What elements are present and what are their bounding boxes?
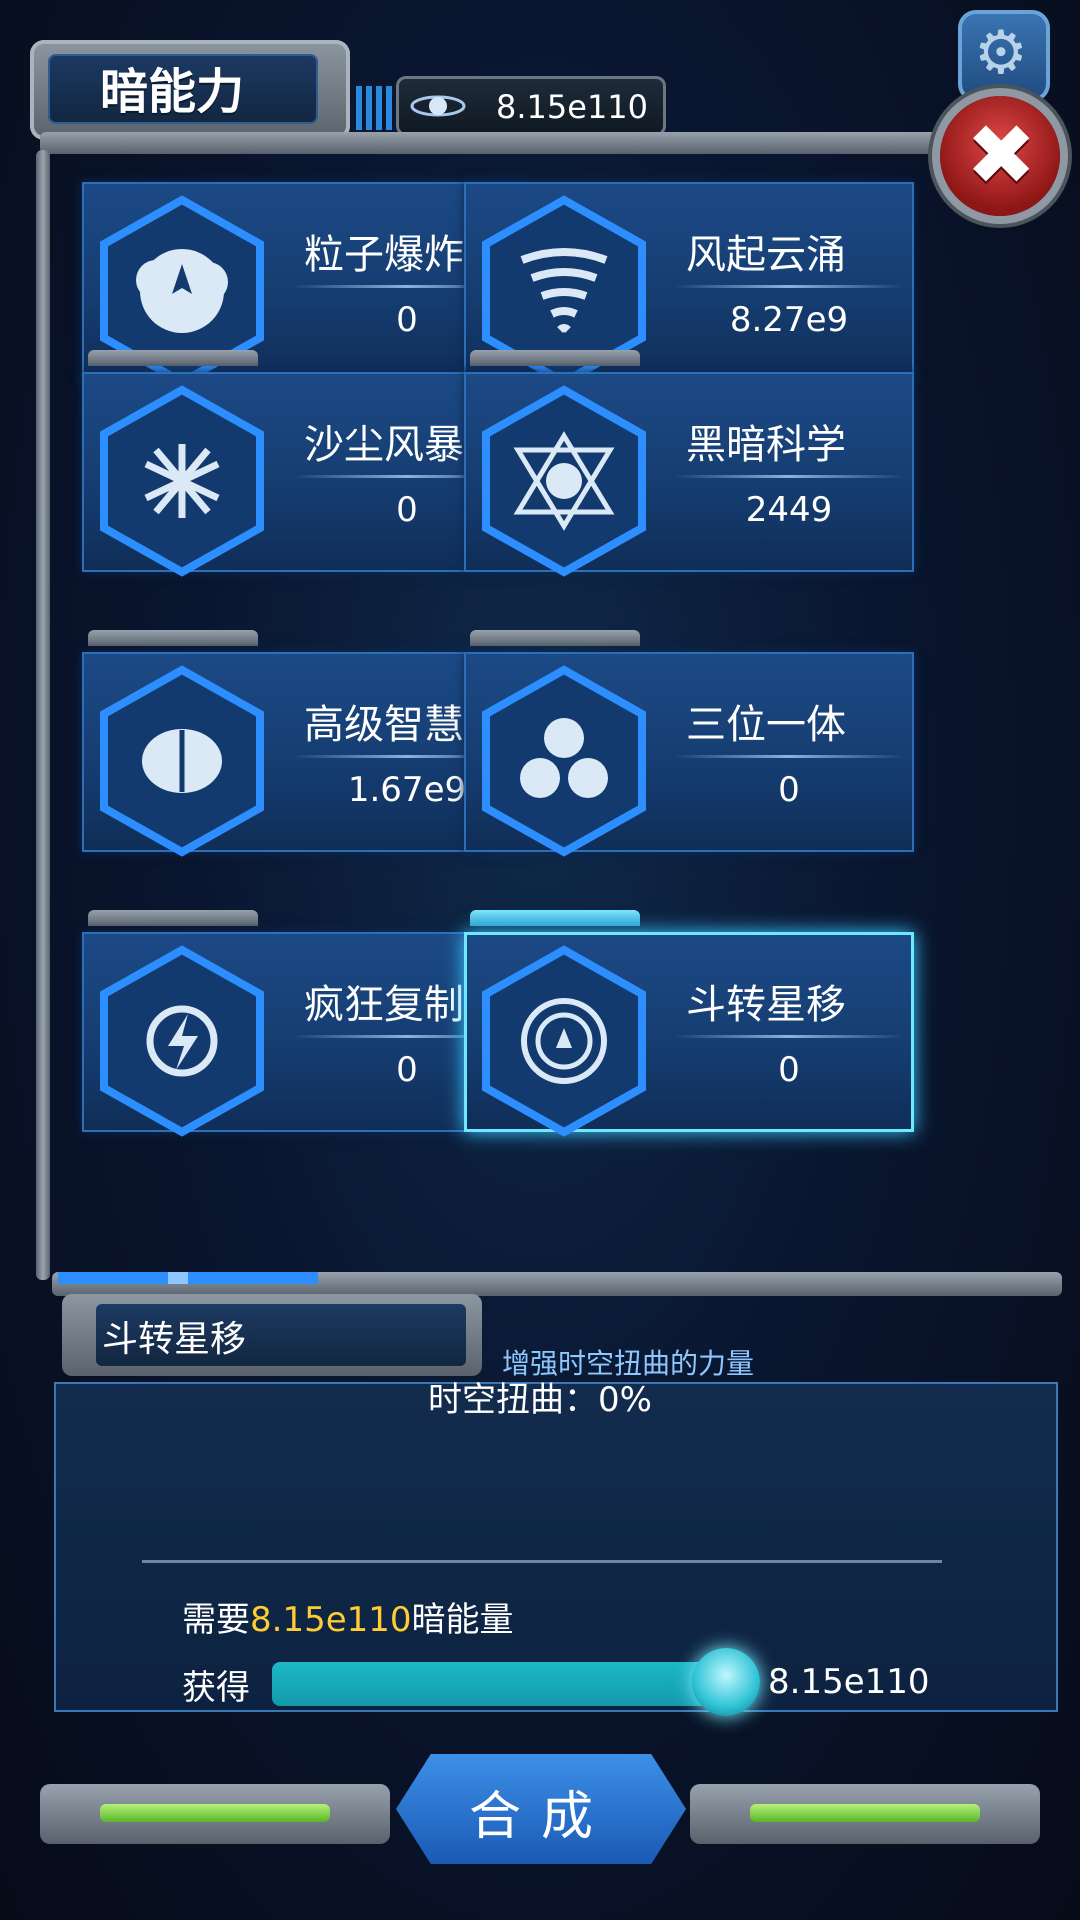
ability-name: 三位一体 [686,702,846,748]
card-tab [470,350,640,366]
page-title: 暗能力 [100,64,245,120]
settings-button[interactable]: ⚙ [958,10,1050,102]
hexagram-icon [482,385,646,577]
gain-label: 获得 [182,1668,250,1708]
panel-blue-strip [58,1272,318,1284]
amount-slider[interactable] [272,1662,742,1706]
header-bar: 暗能力 8.15e110 ⚙ ✖ [0,0,1080,216]
ability-card-trinity[interactable]: 三位一体 0 [464,630,920,860]
top-rail [40,132,960,154]
card-tab [88,350,258,366]
card-tab [88,630,258,646]
energy-value: 8.15e110 [496,88,649,126]
ability-value: 8.27e9 [729,300,849,340]
title-decor-bars [356,86,392,130]
left-energy-rail [40,1784,390,1844]
detail-title: 斗转星移 [102,1319,247,1360]
shatter-icon [100,385,264,577]
trinity-icon [482,665,646,857]
ability-name: 黑暗科学 [686,422,846,468]
need-amount: 8.15e110 [250,1600,412,1640]
divider [674,1035,904,1038]
slider-handle[interactable] [692,1648,760,1716]
need-prefix: 需要 [182,1600,250,1640]
brain-icon [100,665,264,857]
card-tab [470,630,640,646]
ability-name: 斗转星移 [686,982,846,1028]
divider [674,475,904,478]
card-tab [88,910,258,926]
lightning-icon [100,945,264,1137]
vortex-icon [482,945,646,1137]
need-suffix: 暗能量 [411,1600,514,1640]
requirement-text: 需要8.15e110暗能量 [182,1592,514,1641]
left-energy-fill [100,1804,330,1822]
ability-card-star-shift[interactable]: 斗转星移 0 [464,910,920,1140]
ability-value: 2449 [745,490,833,530]
ability-value: 0 [778,770,800,810]
galaxy-icon [410,95,466,117]
divider [674,285,904,288]
gear-icon: ⚙ [974,18,1028,88]
warp-status: 时空扭曲：0% [428,1380,652,1420]
card-tab [470,910,640,926]
detail-panel: 斗转星移 增强时空扭曲的力量 时空扭曲：0% 需要8.15e110暗能量 获得 … [22,1272,1062,1752]
ability-grid: 粒子爆炸 0 风起云涌 8.27e9 沙尘风暴 0 黑暗科学 2449 高级智慧… [82,160,1002,1240]
combine-label: 合成 [468,1787,613,1847]
energy-counter: 8.15e110 [396,76,666,136]
gain-value: 8.15e110 [768,1662,930,1702]
bottom-bar: 合成 [0,1744,1080,1920]
right-energy-fill [750,1804,980,1822]
divider [674,755,904,758]
panel-divider [142,1560,942,1563]
ability-card-dark-science[interactable]: 黑暗科学 2449 [464,350,920,580]
ability-value: 0 [778,1050,800,1090]
right-energy-rail [690,1784,1040,1844]
ability-name: 风起云涌 [686,232,846,278]
frame-left-rail [36,150,50,1280]
